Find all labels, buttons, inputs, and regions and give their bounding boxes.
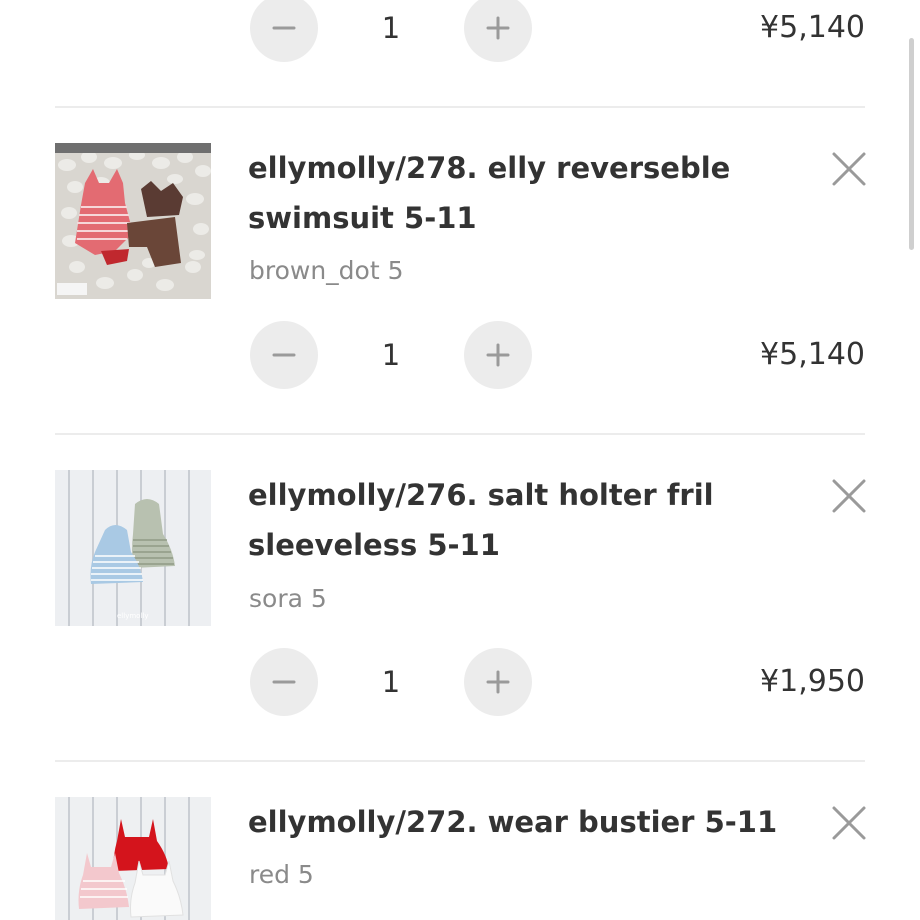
decrease-quantity-button[interactable]: [250, 648, 318, 716]
quantity-row: 1 ¥5,140: [248, 321, 865, 391]
product-image: [55, 797, 211, 920]
item-price: ¥1,950: [760, 664, 865, 699]
divider: [55, 433, 865, 435]
remove-item-button[interactable]: [828, 475, 870, 517]
scrollbar[interactable]: [909, 38, 914, 250]
bustier-photo[interactable]: [55, 797, 211, 920]
minus-icon: [272, 26, 296, 30]
quantity-value: 1: [381, 11, 401, 45]
quantity-row: 1 ¥5,140: [248, 0, 865, 64]
quantity-value: 1: [381, 665, 401, 699]
svg-text:ellymolly: ellymolly: [117, 612, 148, 620]
product-image: [55, 143, 211, 299]
product-title[interactable]: ellymolly/272. wear bustier 5-11: [248, 797, 818, 847]
product-variant: sora 5: [249, 584, 327, 613]
increase-quantity-button[interactable]: [464, 321, 532, 389]
increase-quantity-button[interactable]: [464, 0, 532, 62]
product-title[interactable]: ellymolly/278. elly reverseble swimsuit …: [248, 143, 818, 243]
product-title[interactable]: ellymolly/276. salt holter fril sleevele…: [248, 470, 818, 570]
plus-icon: [486, 343, 510, 367]
quantity-row: 1 ¥1,950: [248, 648, 865, 718]
close-icon: [832, 152, 866, 186]
item-price: ¥5,140: [760, 10, 865, 45]
item-price: ¥5,140: [760, 337, 865, 372]
decrease-quantity-button[interactable]: [250, 321, 318, 389]
remove-item-button[interactable]: [828, 148, 870, 190]
minus-icon: [272, 680, 296, 684]
divider: [55, 106, 865, 108]
decrease-quantity-button[interactable]: [250, 0, 318, 62]
product-variant: brown_dot 5: [249, 256, 404, 285]
plus-icon: [486, 670, 510, 694]
plus-icon: [486, 16, 510, 40]
increase-quantity-button[interactable]: [464, 648, 532, 716]
divider: [55, 760, 865, 762]
swimsuit-photo[interactable]: [55, 143, 211, 299]
product-variant: red 5: [249, 860, 314, 889]
minus-icon: [272, 353, 296, 357]
close-icon: [832, 806, 866, 840]
sleeveless-top-photo[interactable]: ellymolly: [55, 470, 211, 626]
remove-item-button[interactable]: [828, 802, 870, 844]
product-image: ellymolly: [55, 470, 211, 626]
close-icon: [832, 479, 866, 513]
quantity-value: 1: [381, 338, 401, 372]
